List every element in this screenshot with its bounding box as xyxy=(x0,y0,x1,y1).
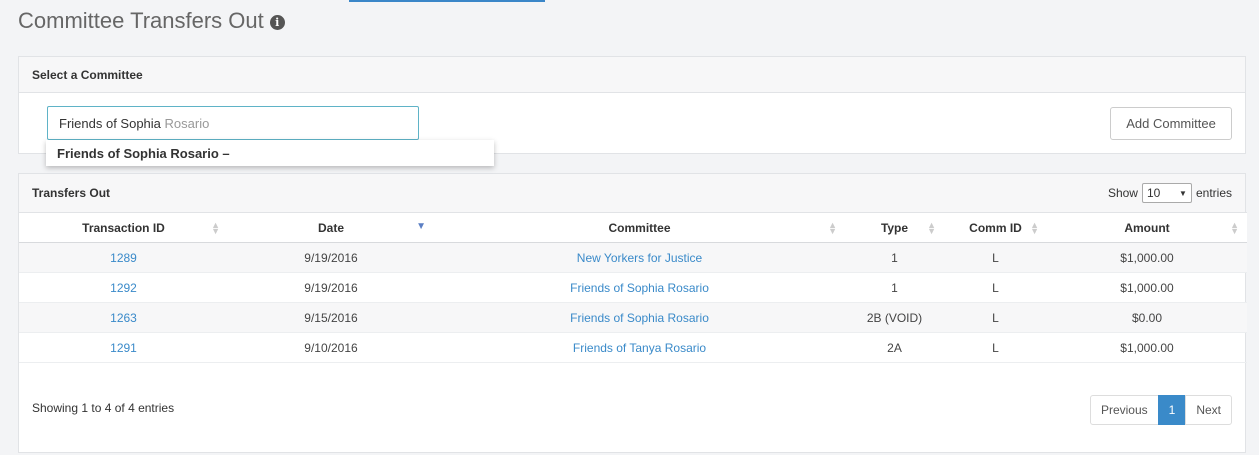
page-1-button[interactable]: 1 xyxy=(1157,395,1187,425)
cell-committee: Friends of Sophia Rosario xyxy=(434,302,845,333)
cell-committee: Friends of Sophia Rosario xyxy=(434,272,845,303)
cell-comm-id: L xyxy=(944,302,1047,333)
column-header-type[interactable]: Type ▲ ▼ xyxy=(845,212,944,243)
transaction-id-link[interactable]: 1291 xyxy=(110,341,137,355)
committee-link[interactable]: New Yorkers for Justice xyxy=(577,251,702,265)
previous-page-button[interactable]: Previous xyxy=(1089,395,1159,425)
transfers-out-panel: Transfers Out Show 10 ▼ entries Transact… xyxy=(18,173,1247,453)
cell-date: 9/15/2016 xyxy=(228,302,434,333)
committee-link[interactable]: Friends of Tanya Rosario xyxy=(573,341,706,355)
transaction-id-link[interactable]: 1263 xyxy=(110,311,137,325)
column-header-transaction-id[interactable]: Transaction ID ▲ ▼ xyxy=(19,212,228,243)
committee-search-input[interactable]: Friends of Sophia Rosario xyxy=(47,106,419,140)
cell-type: 2A xyxy=(845,332,944,363)
committee-suggestion-item[interactable]: Friends of Sophia Rosario – xyxy=(46,140,494,166)
info-circle-icon[interactable]: i xyxy=(269,15,285,30)
sort-both-icon: ▲ ▼ xyxy=(211,220,220,236)
transfers-out-heading-bar: Transfers Out Show 10 ▼ entries xyxy=(19,174,1245,212)
table-row: 1292 9/19/2016 Friends of Sophia Rosario… xyxy=(19,272,1247,303)
table-row: 1291 9/10/2016 Friends of Tanya Rosario … xyxy=(19,332,1247,363)
entries-per-page-select[interactable]: 10 ▼ xyxy=(1141,183,1192,203)
page-title: Committee Transfers Out i xyxy=(18,8,285,34)
cell-transaction-id: 1289 xyxy=(19,242,228,273)
column-label: Type xyxy=(880,220,909,235)
cell-amount: $1,000.00 xyxy=(1047,242,1247,273)
cell-comm-id: L xyxy=(944,332,1047,363)
column-header-amount[interactable]: Amount ▲ ▼ xyxy=(1047,212,1247,243)
column-header-comm-id[interactable]: Comm ID ▲ ▼ xyxy=(944,212,1047,243)
column-header-committee[interactable]: Committee ▲ ▼ xyxy=(434,212,845,243)
transfers-out-heading: Transfers Out xyxy=(32,186,111,200)
committee-link[interactable]: Friends of Sophia Rosario xyxy=(570,281,709,295)
column-header-date[interactable]: Date ▼ xyxy=(228,212,434,243)
transfers-table: Transaction ID ▲ ▼ Date ▼ Committee ▲ ▼ Type ▲… xyxy=(19,212,1247,363)
column-label: Transaction ID xyxy=(82,220,165,235)
column-label: Comm ID xyxy=(969,220,1022,235)
committee-link[interactable]: Friends of Sophia Rosario xyxy=(570,311,709,325)
sort-both-icon: ▲ ▼ xyxy=(828,220,837,236)
sort-both-icon: ▲ ▼ xyxy=(1030,220,1039,236)
cell-amount: $0.00 xyxy=(1047,302,1247,333)
cell-transaction-id: 1291 xyxy=(19,332,228,363)
cell-committee: Friends of Tanya Rosario xyxy=(434,332,845,363)
top-link-underline[interactable] xyxy=(349,0,545,2)
column-label: Date xyxy=(317,220,344,235)
table-row: 1263 9/15/2016 Friends of Sophia Rosario… xyxy=(19,302,1247,333)
cell-type: 1 xyxy=(845,242,944,273)
select-committee-heading: Select a Committee xyxy=(19,57,1245,93)
cell-amount: $1,000.00 xyxy=(1047,332,1247,363)
cell-type: 1 xyxy=(845,272,944,303)
cell-comm-id: L xyxy=(944,272,1047,303)
transaction-id-link[interactable]: 1289 xyxy=(110,251,137,265)
column-label: Amount xyxy=(1124,220,1170,235)
entries-label: entries xyxy=(1195,186,1232,200)
next-page-button[interactable]: Next xyxy=(1185,395,1232,425)
cell-type: 2B (VOID) xyxy=(845,302,944,333)
sort-both-icon: ▲ ▼ xyxy=(927,220,936,236)
sort-descending-icon: ▼ xyxy=(416,221,426,232)
entries-select-value: 10 xyxy=(1146,186,1161,200)
show-entries-control: Show 10 ▼ entries xyxy=(1108,183,1232,203)
cell-transaction-id: 1292 xyxy=(19,272,228,303)
table-info-text: Showing 1 to 4 of 4 entries xyxy=(32,401,175,415)
cell-comm-id: L xyxy=(944,242,1047,273)
committee-input-autocomplete-hint: Rosario xyxy=(160,115,210,131)
cell-date: 9/19/2016 xyxy=(228,272,434,303)
cell-committee: New Yorkers for Justice xyxy=(434,242,845,273)
pagination: Previous 1 Next xyxy=(1089,395,1232,425)
table-row: 1289 9/19/2016 New Yorkers for Justice 1… xyxy=(19,242,1247,273)
show-label: Show xyxy=(1107,186,1138,200)
column-label: Committee xyxy=(608,220,671,235)
cell-date: 9/10/2016 xyxy=(228,332,434,363)
cell-date: 9/19/2016 xyxy=(228,242,434,273)
cell-transaction-id: 1263 xyxy=(19,302,228,333)
committee-input-value: Friends of Sophia xyxy=(59,115,161,131)
cell-amount: $1,000.00 xyxy=(1047,272,1247,303)
page-title-text: Committee Transfers Out xyxy=(18,8,264,33)
table-header-row: Transaction ID ▲ ▼ Date ▼ Committee ▲ ▼ Type ▲… xyxy=(19,212,1247,243)
sort-both-icon: ▲ ▼ xyxy=(1230,220,1239,236)
chevron-down-icon: ▼ xyxy=(1179,188,1187,198)
transaction-id-link[interactable]: 1292 xyxy=(110,281,137,295)
add-committee-button[interactable]: Add Committee xyxy=(1110,107,1232,140)
